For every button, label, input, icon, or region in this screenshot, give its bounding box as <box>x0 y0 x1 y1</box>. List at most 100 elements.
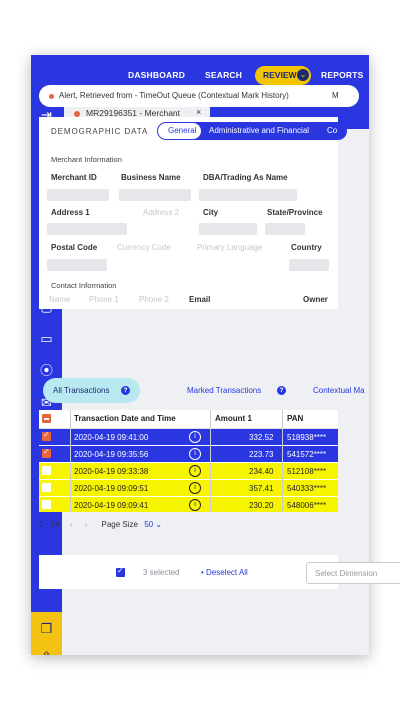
info-icon[interactable]: i <box>189 482 201 494</box>
alert-text: Alert, Retrieved from - TimeOut Queue (C… <box>59 91 289 100</box>
next-page-button[interactable]: › <box>85 520 88 529</box>
field-postal-code[interactable] <box>47 259 107 271</box>
demographic-panel: DEMOGRAPHIC DATA General Administrative … <box>39 117 347 309</box>
pagination: 1 - 14 ‹ › Page Size 50 ⌄ <box>39 520 162 529</box>
nav-reports[interactable]: REPORTS <box>321 70 364 80</box>
row-checkbox[interactable] <box>42 430 51 441</box>
field-merchant-id-label: Merchant ID <box>51 173 97 182</box>
table-row[interactable]: 2020-04-19 09:35:56 i 223.73 541572**** <box>39 446 338 462</box>
field-postal-code-label: Postal Code <box>51 243 98 252</box>
cell-amount: 234.40 <box>249 467 274 476</box>
field-country[interactable] <box>289 259 329 271</box>
cell-date: 2020-04-19 09:35:56 <box>74 450 149 459</box>
table-row[interactable]: 2020-04-19 09:33:38 i 234.40 512108**** <box>39 463 338 479</box>
chevron-down-icon[interactable]: ⌄ <box>155 520 162 529</box>
tab-general[interactable]: General <box>158 123 201 139</box>
field-business-name[interactable] <box>119 189 191 201</box>
nav-dashboard[interactable]: DASHBOARD <box>128 70 185 80</box>
alert-dot <box>49 94 54 99</box>
select-all-checkbox[interactable] <box>42 414 51 423</box>
folder-icon[interactable]: ▭ <box>38 330 55 347</box>
sidebar-bottom-tools: ❐ ⇪ ↺ <box>31 612 62 655</box>
prev-page-button[interactable]: ‹ <box>70 520 73 529</box>
column-divider <box>70 410 71 512</box>
dimension-select[interactable]: Select Dimension <box>306 562 400 584</box>
table-row[interactable]: 2020-04-19 09:41:00 i 332.52 518938**** <box>39 429 338 445</box>
col-header-amount[interactable]: Amount 1 <box>215 414 252 423</box>
cell-amount: 357.41 <box>249 484 274 493</box>
tab-admin-financial[interactable]: Administrative and Financial <box>209 126 309 135</box>
row-checkbox[interactable] <box>42 483 51 492</box>
col-header-date[interactable]: Transaction Date and Time <box>74 414 176 423</box>
cell-date: 2020-04-19 09:33:38 <box>74 467 149 476</box>
field-address1-label: Address 1 <box>51 208 90 217</box>
transactions-table: Transaction Date and Time Amount 1 PAN 2… <box>39 410 338 512</box>
selected-count: 3 selected <box>143 568 180 577</box>
cell-pan: 548006**** <box>287 501 327 510</box>
field-business-name-label: Business Name <box>121 173 181 182</box>
tab-all-transactions[interactable]: All Transactions ? <box>43 378 140 403</box>
column-divider <box>282 410 283 512</box>
cell-pan: 541572**** <box>287 450 327 459</box>
field-city-label: City <box>203 208 219 217</box>
field-address2-label: Address 2 <box>143 208 180 217</box>
deselect-all-label: Deselect All <box>206 568 248 577</box>
nav-review[interactable]: REVIEW ⌄ <box>255 66 311 85</box>
cell-date: 2020-04-19 09:41:00 <box>74 433 149 442</box>
demographic-tabs: General Administrative and Financial Co <box>157 122 347 140</box>
nav-search[interactable]: SEARCH <box>205 70 242 80</box>
col-header-pan[interactable]: PAN <box>287 414 303 423</box>
alert-banner: Alert, Retrieved from - TimeOut Queue (C… <box>39 85 359 107</box>
field-address1[interactable] <box>47 223 127 235</box>
tab-contextual-marks[interactable]: Contextual Ma <box>313 386 365 395</box>
field-dba[interactable] <box>199 189 297 201</box>
dimension-placeholder: Select Dimension <box>315 569 378 578</box>
info-icon[interactable]: i <box>189 499 201 511</box>
cell-amount: 332.52 <box>249 433 274 442</box>
selection-bar: 3 selected • Deselect All Select Dimensi… <box>39 555 400 589</box>
field-phone2-label: Phone 2 <box>139 295 169 304</box>
help-icon[interactable]: ? <box>121 386 130 395</box>
field-merchant-id[interactable] <box>47 189 109 201</box>
field-city[interactable] <box>199 223 257 235</box>
export-icon[interactable]: ⇪ <box>38 648 55 655</box>
field-state[interactable] <box>265 223 305 235</box>
field-dba-label: DBA/Trading As Name <box>203 173 288 182</box>
nav-review-label: REVIEW <box>263 70 297 80</box>
field-currency-code-label: Currency Code <box>117 243 171 252</box>
deselect-all-link[interactable]: • Deselect All <box>201 568 248 577</box>
tab-marked-transactions[interactable]: Marked Transactions <box>187 386 261 395</box>
field-owner-label: Owner <box>303 295 328 304</box>
copy-icon[interactable]: ❐ <box>38 620 55 637</box>
selection-checkbox[interactable] <box>116 566 125 577</box>
page-size-label: Page Size <box>101 520 138 529</box>
tab-general-label: General <box>168 126 197 135</box>
row-checkbox[interactable] <box>42 447 51 458</box>
table-header: Transaction Date and Time Amount 1 PAN <box>39 410 338 429</box>
transaction-tabs: All Transactions ? Marked Transactions ?… <box>39 376 365 406</box>
alert-more: M <box>332 91 339 100</box>
tab-contact[interactable]: Co <box>327 126 337 135</box>
page-size-select[interactable]: 50 <box>144 520 153 529</box>
cell-pan: 512108**** <box>287 467 327 476</box>
field-email-label: Email <box>189 295 211 304</box>
cell-date: 2020-04-19 09:09:41 <box>74 501 149 510</box>
field-state-label: State/Province <box>267 208 323 217</box>
info-icon[interactable]: i <box>189 465 201 477</box>
contact-info-heading: Contact Information <box>51 281 117 290</box>
tab-close-button[interactable]: × <box>196 107 201 117</box>
tab-all-transactions-label: All Transactions <box>53 386 110 395</box>
column-divider <box>210 410 211 512</box>
field-country-label: Country <box>291 243 322 252</box>
row-checkbox[interactable] <box>42 500 51 509</box>
cell-amount: 230.20 <box>249 501 274 510</box>
table-row[interactable]: 2020-04-19 09:09:41 i 230.20 548006**** <box>39 497 338 512</box>
info-icon[interactable]: i <box>189 448 201 460</box>
field-phone1-label: Phone 1 <box>89 295 119 304</box>
page-range: 1 - 14 <box>39 520 60 529</box>
cell-pan: 540333**** <box>287 484 327 493</box>
help-icon[interactable]: ? <box>277 386 286 395</box>
row-checkbox[interactable] <box>42 466 51 475</box>
table-row[interactable]: 2020-04-19 09:09:51 i 357.41 540333**** <box>39 480 338 496</box>
info-icon[interactable]: i <box>189 431 201 443</box>
